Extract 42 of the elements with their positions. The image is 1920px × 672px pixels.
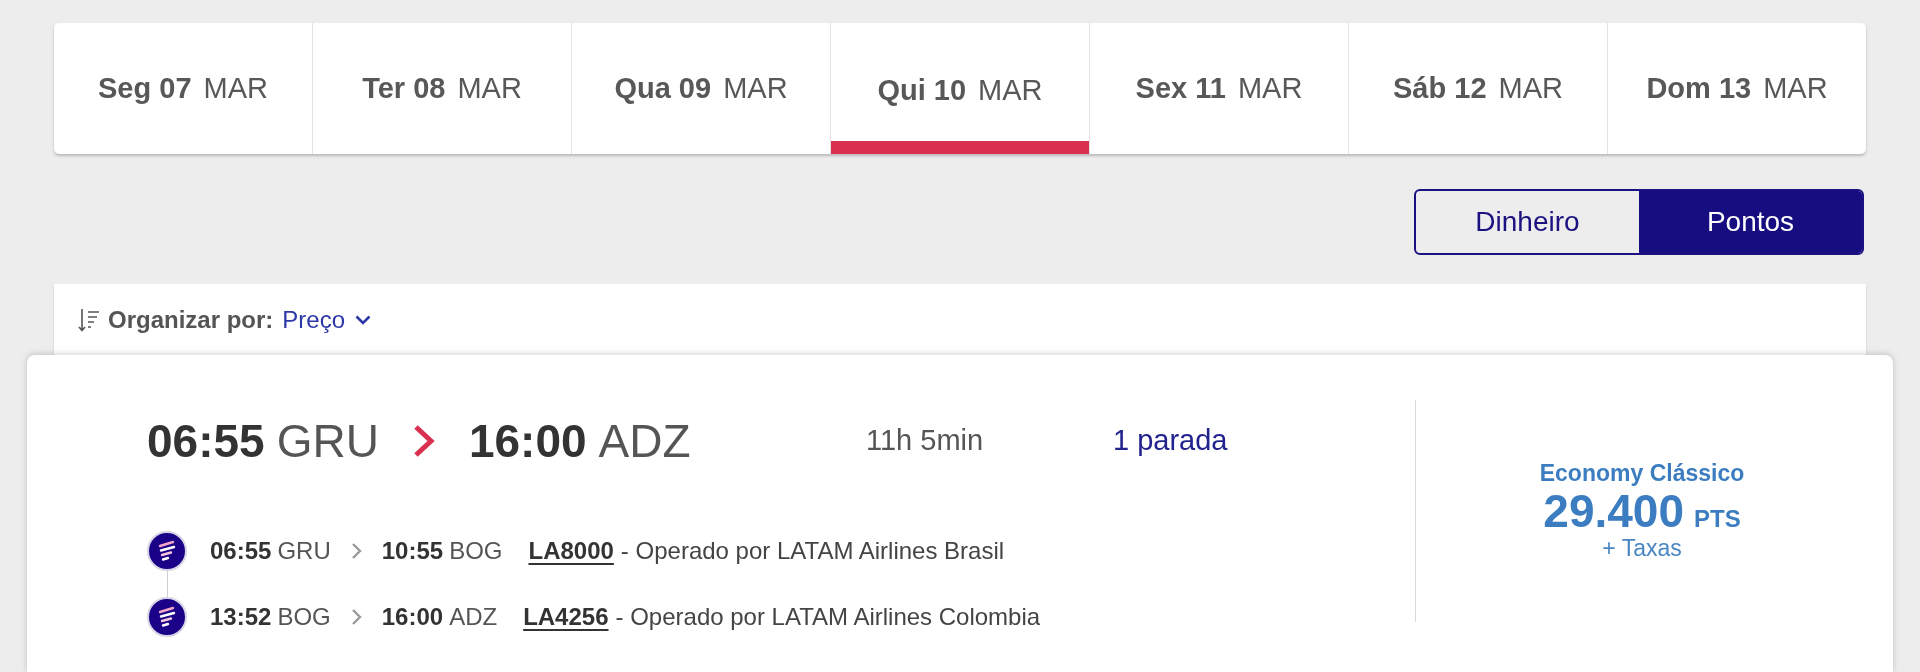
arrival-time: 10:55 [381,536,444,566]
flight-card[interactable] [27,355,1893,672]
chevron-right-icon [350,542,362,560]
operator-text: - Operado por LATAM Airlines Colombia [615,602,1041,632]
date-tab[interactable]: Qui 10 MAR [831,23,1090,154]
departure-time: 13:52 [210,602,272,632]
logo-icon [147,531,187,571]
date-tab[interactable]: Sex 11 MAR [1090,23,1349,154]
logo-icon [147,597,187,637]
connector-line [167,571,168,597]
chevron-right-icon [350,608,362,626]
flight-number-link[interactable]: LA4256 [523,599,609,635]
flight-number-link[interactable]: LA8000 [528,533,614,569]
date-tab[interactable]: Sáb 12 MAR [1349,23,1608,154]
operator-text: - Operado por LATAM Airlines Brasil [620,536,1005,566]
chevron-right-icon [412,424,435,458]
cabin-name: Economy Clássico [1539,459,1745,488]
airport-code: ADZ [598,418,691,464]
arrival-time: 16:00 [468,418,587,464]
airport-code: GRU [277,536,331,566]
date-tab[interactable]: Ter 08 MAR [313,23,572,154]
date-tab[interactable]: Seg 07 MAR [54,23,313,154]
arrival-time: 16:00 [381,602,444,632]
airport-code: BOG [277,602,331,632]
toggle-option[interactable]: Dinheiro [1416,191,1639,253]
taxes-note: + Taxas [1602,534,1682,563]
sort-dropdown[interactable]: Preço [282,301,372,338]
date-tab[interactable]: Dom 13 MAR [1608,23,1866,154]
departure-time: 06:55 [210,536,272,566]
airport-code: GRU [276,418,379,464]
sort-label: Organizar por: [108,304,274,335]
date-tab[interactable]: Qua 09 MAR [572,23,831,154]
toggle-option[interactable]: Pontos [1639,191,1862,253]
points-price: 29.400 [1543,488,1684,534]
airport-code: ADZ [449,602,498,632]
chevron-down-icon [355,314,372,325]
points-unit: PTS [1694,507,1741,531]
stops-text: 1 parada [1113,423,1228,459]
airport-code: BOG [449,536,503,566]
sort-icon [78,307,100,332]
duration-text: 11h 5min [866,423,985,459]
departure-time: 06:55 [147,418,265,464]
